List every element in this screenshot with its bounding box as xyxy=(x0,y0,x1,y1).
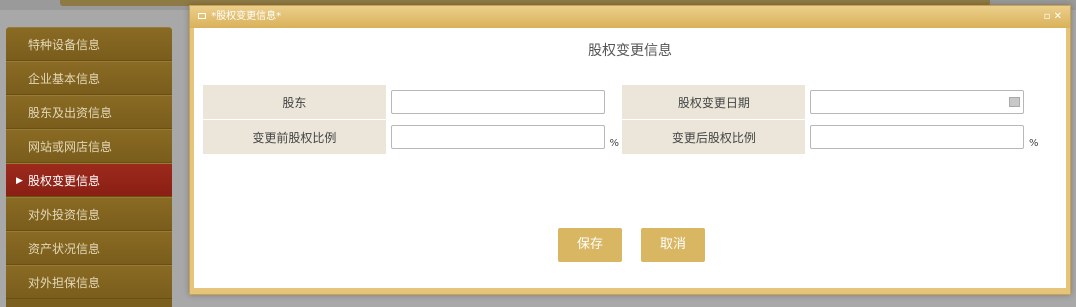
sidebar-item-shareholders[interactable]: 股东及出资信息 xyxy=(6,95,172,129)
sidebar-item-company-basic[interactable]: 企业基本信息 xyxy=(6,61,172,95)
change-date-input[interactable] xyxy=(810,90,1025,114)
form-row: 变更前股权比例 % 变更后股权比例 % xyxy=(203,120,1041,154)
window-icon xyxy=(198,13,206,19)
equity-form-table: 股东 股权变更日期 变更前股权比例 % 变更后股权比例 % xyxy=(202,84,1042,155)
percent-unit: % xyxy=(609,138,620,149)
change-date-label: 股权变更日期 xyxy=(622,85,806,119)
save-button[interactable]: 保存 xyxy=(558,228,622,262)
sidebar-item-guarantee[interactable]: 对外担保信息 xyxy=(6,265,172,299)
form-row: 股东 股权变更日期 xyxy=(203,85,1041,119)
sidebar-item-label: 网站或网店信息 xyxy=(28,140,113,154)
change-date-picker[interactable] xyxy=(810,90,1025,114)
after-ratio-label: 变更后股权比例 xyxy=(622,120,806,154)
sidebar-item-label: 对外投资信息 xyxy=(28,208,101,222)
window-controls[interactable]: ▫ ✕ xyxy=(1044,6,1062,28)
after-ratio-input[interactable] xyxy=(810,125,1025,149)
after-ratio-cell: % xyxy=(806,120,1041,154)
change-date-cell xyxy=(806,85,1041,119)
dialog-title: *股权变更信息* xyxy=(211,11,282,22)
sidebar-item-assets[interactable]: 资产状况信息 xyxy=(6,231,172,265)
dialog-body: 股权变更信息 股东 股权变更日期 变更前股权比例 % 变更后股权比例 % 保存 … xyxy=(194,28,1066,288)
sidebar-item-investment[interactable]: 对外投资信息 xyxy=(6,197,172,231)
dialog-titlebar[interactable]: *股权变更信息* ▫ ✕ xyxy=(190,6,1070,28)
shareholder-label: 股东 xyxy=(203,85,386,119)
equity-change-dialog: *股权变更信息* ▫ ✕ 股权变更信息 股东 股权变更日期 变更前股权比例 % … xyxy=(189,5,1071,295)
shareholder-input[interactable] xyxy=(390,90,605,114)
calendar-icon[interactable] xyxy=(1009,97,1021,107)
sidebar-item-label: 股东及出资信息 xyxy=(28,106,113,120)
sidebar-item-label: 股权变更信息 xyxy=(28,174,101,188)
sidebar-item-special-equipment[interactable]: 特种设备信息 xyxy=(6,27,172,61)
caret-right-icon: ▶ xyxy=(16,176,23,186)
before-ratio-cell: % xyxy=(386,120,622,154)
cancel-button[interactable]: 取消 xyxy=(641,228,705,262)
sidebar-item-label: 资产状况信息 xyxy=(28,242,101,256)
before-ratio-input[interactable] xyxy=(390,125,605,149)
shareholder-cell xyxy=(386,85,622,119)
sidebar-item-label: 特种设备信息 xyxy=(28,38,101,52)
percent-unit: % xyxy=(1029,138,1039,149)
before-ratio-label: 变更前股权比例 xyxy=(203,120,386,154)
sidebar-item-label: 对外担保信息 xyxy=(28,276,101,290)
sidebar-item-equity-change[interactable]: ▶ 股权变更信息 xyxy=(6,163,172,197)
sidebar-item-website[interactable]: 网站或网店信息 xyxy=(6,129,172,163)
form-title: 股权变更信息 xyxy=(588,43,672,59)
sidebar-item-label: 企业基本信息 xyxy=(28,72,101,86)
sidebar-nav: 特种设备信息 企业基本信息 股东及出资信息 网站或网店信息 ▶ 股权变更信息 对… xyxy=(6,27,172,307)
